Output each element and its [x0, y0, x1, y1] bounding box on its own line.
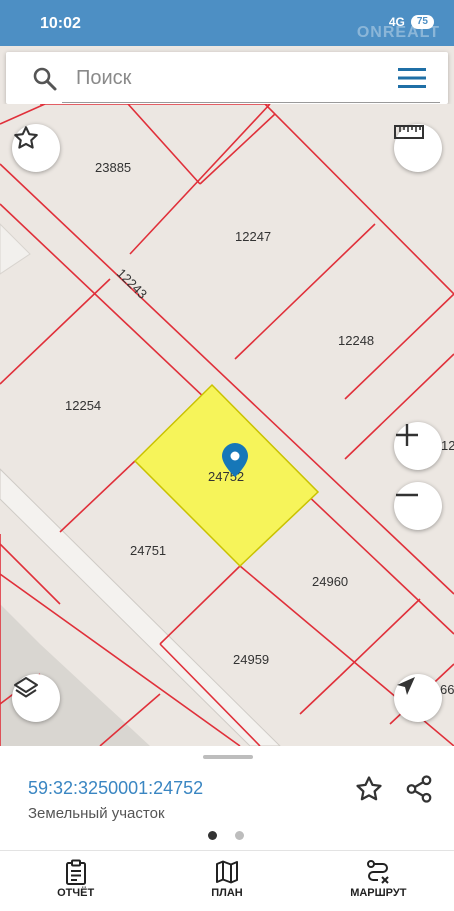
route-icon	[367, 860, 390, 884]
status-indicators: 4G 75	[389, 15, 434, 29]
parcel-label-24959: 24959	[233, 652, 269, 667]
network-indicator: 4G	[388, 15, 405, 29]
map-canvas[interactable]: 23885 12247 12243 12248 12254 12 24752 2…	[0, 104, 454, 746]
object-type: Земельный участок	[28, 805, 165, 822]
nav-report-label: ОТЧЁТ	[57, 887, 95, 899]
nav-route-label: МАРШРУТ	[350, 887, 407, 899]
status-time: 10:02	[40, 15, 81, 32]
layers-button[interactable]	[12, 674, 60, 722]
parcel-label-12248: 12248	[338, 333, 374, 348]
page-dot[interactable]	[235, 831, 244, 840]
star-outline-icon	[14, 126, 38, 149]
search-bar[interactable]: Поиск	[6, 52, 448, 104]
navigation-arrow-icon	[397, 677, 415, 695]
favorite-star-icon[interactable]	[354, 774, 384, 804]
plus-icon	[396, 424, 418, 446]
parcel-label-23885: 23885	[95, 160, 131, 175]
sheet-drag-handle[interactable]	[203, 755, 253, 759]
ruler-button[interactable]	[394, 124, 442, 172]
parcel-label-24960: 24960	[312, 574, 348, 589]
search-input[interactable]: Поиск	[76, 67, 131, 90]
search-icon[interactable]	[32, 66, 58, 92]
clipboard-icon	[65, 859, 86, 885]
cadastral-number[interactable]: 59:32:3250001:24752	[28, 778, 203, 799]
zoom-in-button[interactable]	[394, 422, 442, 470]
minus-icon	[396, 493, 418, 497]
bottom-navigation: ОТЧЁТ ПЛАН МАРШРУТ	[0, 850, 454, 911]
parcel-label-12: 12	[441, 438, 454, 453]
parcel-info-sheet[interactable]: 59:32:3250001:24752 Земельный участок	[0, 746, 454, 850]
hamburger-menu-icon[interactable]	[398, 68, 426, 88]
nav-route[interactable]: МАРШРУТ	[303, 851, 454, 911]
nav-report[interactable]: ОТЧЁТ	[0, 851, 151, 911]
zoom-out-button[interactable]	[394, 482, 442, 530]
parcel-label-24751: 24751	[130, 543, 166, 558]
locate-button[interactable]	[394, 674, 442, 722]
map-icon	[215, 860, 238, 884]
battery-badge: 75	[410, 15, 434, 29]
ruler-icon	[394, 125, 424, 139]
parcel-label-12254: 12254	[65, 398, 101, 413]
parcel-label-66: 66	[440, 682, 454, 697]
favorite-map-button[interactable]	[12, 124, 60, 172]
nav-plan-label: ПЛАН	[211, 887, 243, 899]
share-icon[interactable]	[404, 774, 434, 804]
parcel-label-12247: 12247	[235, 229, 271, 244]
cadastral-map[interactable]: 23885 12247 12243 12248 12254 12 24752 2…	[0, 104, 454, 746]
nav-plan[interactable]: ПЛАН	[151, 851, 302, 911]
page-dot-active[interactable]	[208, 831, 217, 840]
page-indicator	[208, 831, 244, 840]
layers-icon	[14, 677, 38, 698]
search-underline	[62, 102, 440, 103]
status-bar: 10:02 ONREALT 4G 75	[0, 0, 454, 46]
